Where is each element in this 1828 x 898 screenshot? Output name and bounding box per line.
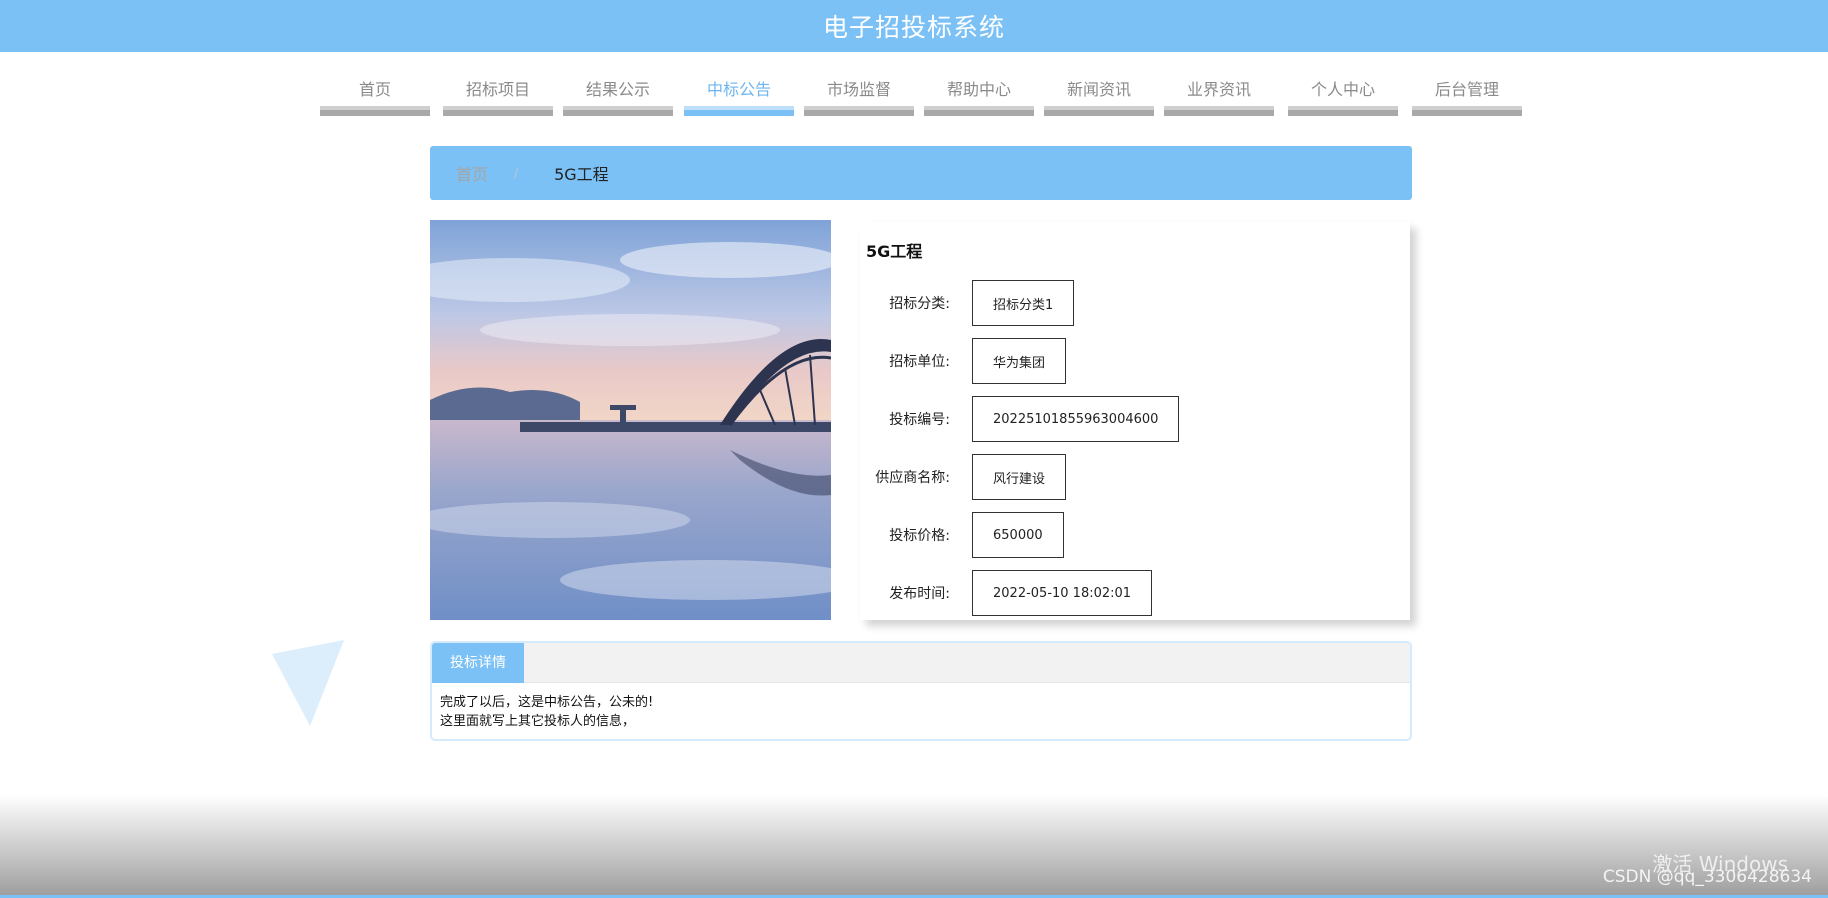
app-header: 电子招投标系统 (0, 0, 1828, 52)
field-publish-time: 发布时间: 2022-05-10 18:02:01 (860, 570, 1153, 616)
field-value: 风行建设 (972, 454, 1067, 500)
nav-item-personal-center[interactable]: 个人中心 (1288, 60, 1398, 116)
tab-bar: 投标详情 (432, 643, 1410, 683)
nav-item-home[interactable]: 首页 (320, 60, 430, 116)
breadcrumb-home-link[interactable]: 首页 (456, 161, 488, 185)
nav-item-tender-projects[interactable]: 招标项目 (443, 60, 553, 116)
nav-item-results[interactable]: 结果公示 (563, 60, 673, 116)
bridge-lake-photo (430, 220, 831, 620)
bid-details-content: 完成了以后，这是中标公告，公未的! 这里面就写上其它投标人的信息， (432, 683, 1410, 739)
field-bid-number: 投标编号: 20225101855963004600 (860, 396, 1180, 442)
main-nav: 首页 招标项目 结果公示 中标公告 市场监督 帮助中心 新闻资讯 业界资讯 个人… (320, 60, 1522, 116)
bid-details-line: 完成了以后，这是中标公告，公未的! (440, 695, 654, 710)
field-label: 发布时间: (889, 586, 950, 602)
nav-item-market-supervision[interactable]: 市场监督 (804, 60, 914, 116)
field-value: 招标分类1 (972, 280, 1075, 326)
project-image (430, 220, 831, 620)
field-label: 招标分类: (889, 296, 950, 312)
nav-item-help-center[interactable]: 帮助中心 (924, 60, 1034, 116)
field-label: 投标编号: (889, 412, 950, 428)
field-label: 招标单位: (889, 354, 950, 370)
field-label: 投标价格: (889, 528, 950, 544)
nav-item-winning-announcement[interactable]: 中标公告 (684, 60, 794, 116)
nav-item-admin[interactable]: 后台管理 (1412, 60, 1522, 116)
breadcrumb-separator: / (514, 166, 519, 180)
bid-details-line: 这里面就写上其它投标人的信息， (440, 714, 636, 729)
project-title: 5G工程 (866, 242, 923, 261)
bid-details-panel: 投标详情 完成了以后，这是中标公告，公未的! 这里面就写上其它投标人的信息， (430, 641, 1412, 741)
field-tender-category: 招标分类: 招标分类1 (860, 280, 1075, 326)
field-value: 20225101855963004600 (972, 396, 1180, 442)
triangle-decoration-icon (272, 640, 344, 726)
breadcrumb-current: 5G工程 (554, 165, 609, 184)
nav-item-industry-news[interactable]: 业界资讯 (1164, 60, 1274, 116)
page-footer (0, 795, 1828, 898)
field-bid-price: 投标价格: 650000 (860, 512, 1064, 558)
field-value: 2022-05-10 18:02:01 (972, 570, 1153, 616)
field-supplier-name: 供应商名称: 风行建设 (860, 454, 1067, 500)
field-tender-unit: 招标单位: 华为集团 (860, 338, 1067, 384)
csdn-watermark: CSDN @qq_3306428634 (1602, 867, 1812, 887)
nav-item-news[interactable]: 新闻资讯 (1044, 60, 1154, 116)
field-value: 650000 (972, 512, 1064, 558)
field-value: 华为集团 (972, 338, 1067, 384)
breadcrumb: 首页 / 5G工程 (430, 146, 1412, 200)
tab-bid-details[interactable]: 投标详情 (432, 643, 524, 683)
project-info-panel: 5G工程 招标分类: 招标分类1 招标单位: 华为集团 投标编号: 202251… (860, 222, 1410, 620)
site-title: 电子招投标系统 (822, 13, 1005, 42)
field-label: 供应商名称: (875, 470, 950, 486)
